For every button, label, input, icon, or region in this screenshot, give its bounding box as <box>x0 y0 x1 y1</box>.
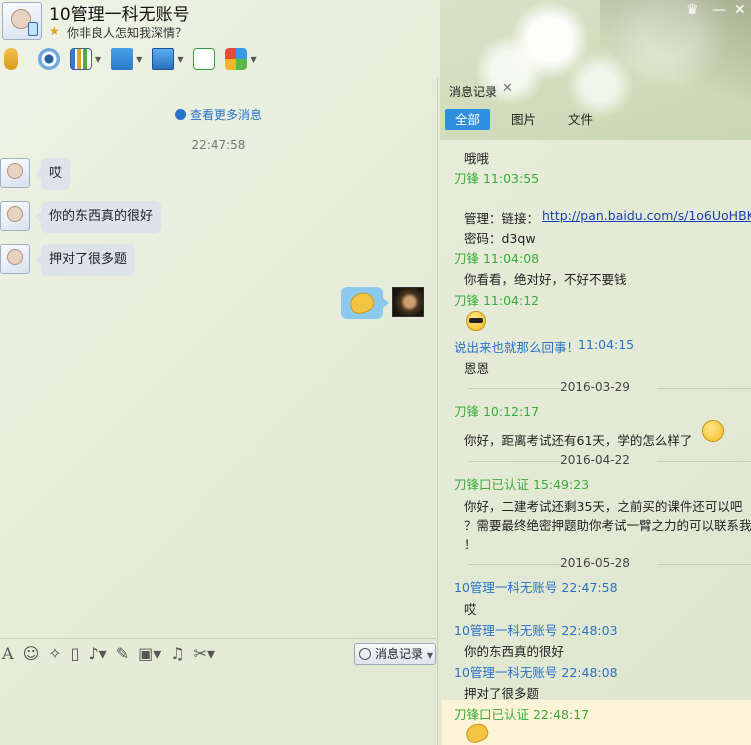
input-toolbar: A ☺ ✧ ▯ ♪▾ ✎ ▣▾ ♫ ✂▾ 消息记录 ▼ <box>0 638 437 668</box>
message-bubble: 押对了很多题 <box>34 244 136 276</box>
skin-icon[interactable]: ♛ <box>686 2 699 18</box>
tab-message-history[interactable]: 消息记录 <box>449 83 497 100</box>
clap-emoji-icon <box>463 720 491 745</box>
history-content: 哎 <box>464 602 477 617</box>
view-more-messages-label: 查看更多消息 <box>189 108 262 122</box>
minimize-button[interactable]: — <box>712 2 726 18</box>
image-icon[interactable]: ▣▾ <box>138 645 161 662</box>
history-sender: 10管理一科无账号 22:48:03 <box>454 623 618 638</box>
history-content: 恩恩 <box>464 361 490 376</box>
history-sender: 刀锋 11:04:12 <box>454 293 540 308</box>
whiteboard-icon <box>70 48 92 70</box>
smile-emoji-icon <box>702 420 724 442</box>
history-sender: 10管理一科无账号 22:47:58 <box>454 580 618 595</box>
voice-message-icon[interactable]: ♪▾ <box>88 645 106 662</box>
message-bubble: 哎 <box>34 158 71 190</box>
contact-name[interactable]: 10管理一科无账号 <box>49 0 190 25</box>
view-more-messages-link[interactable]: 查看更多消息 <box>0 106 437 123</box>
close-icon[interactable]: ✕ <box>502 81 513 96</box>
history-content: ！ <box>464 537 477 552</box>
apps-grid-icon <box>225 48 248 70</box>
top-toolbar: ▼ ▼ ▼ ▼ <box>0 44 440 74</box>
history-time: 11:04:15 <box>578 337 635 352</box>
history-content: 管理：链接： <box>464 211 540 226</box>
sender-avatar[interactable] <box>0 244 30 274</box>
transfer-file-icon <box>111 48 134 70</box>
date-separator: 2016-04-22 <box>438 453 751 469</box>
history-filter-bar: 全部 图片 文件 <box>438 109 751 131</box>
history-content: 押对了很多题 <box>464 686 540 701</box>
screenshot-scissors-icon[interactable]: ✂▾ <box>194 645 215 662</box>
chevron-down-icon[interactable]: ▼ <box>136 55 142 64</box>
magic-wand-icon[interactable]: ✧ <box>48 645 61 662</box>
microphone-icon <box>4 48 18 70</box>
whiteboard-button[interactable]: ▼ <box>70 48 101 70</box>
contact-signature: 你非良人怎知我深情？ <box>67 26 188 40</box>
date-separator: 2016-05-28 <box>438 556 751 572</box>
new-chat-button[interactable] <box>193 48 216 70</box>
remote-desktop-icon <box>152 48 175 70</box>
history-sender: 刀锋口已认证 15:49:23 <box>454 477 590 492</box>
date-label: 2016-05-28 <box>560 556 630 570</box>
video-call-button[interactable] <box>38 48 60 70</box>
edit-icon[interactable]: ✎ <box>116 645 129 662</box>
chevron-down-icon[interactable]: ▼ <box>95 55 101 64</box>
history-link[interactable]: http://pan.baidu.com/s/1o6UoHBK <box>542 208 751 223</box>
video-camera-icon <box>38 48 60 70</box>
sent-message-bubble <box>341 287 389 319</box>
clock-icon <box>359 648 371 660</box>
music-icon[interactable]: ♫ <box>170 645 184 662</box>
remote-desktop-button[interactable]: ▼ <box>152 48 183 70</box>
chevron-down-icon[interactable]: ▼ <box>250 55 256 64</box>
history-sender: 10管理一科无账号 22:48:08 <box>454 665 618 680</box>
date-label: 2016-03-29 <box>560 380 630 394</box>
mobile-online-icon <box>28 22 38 36</box>
cool-emoji-icon <box>466 311 486 331</box>
clap-emoji-icon <box>347 289 377 317</box>
chat-message-area[interactable]: 查看更多消息 22:47:58 哎 你的东西真的很好 押对了很多题 <box>0 78 437 638</box>
history-content: 你的东西真的很好 <box>464 644 565 659</box>
filter-all[interactable]: 全部 <box>445 109 491 130</box>
filter-files[interactable]: 文件 <box>558 109 603 130</box>
voice-call-button[interactable] <box>4 48 18 70</box>
history-content: 你好，二建考试还剩35天，之前买的课件还可以吧 <box>464 499 743 514</box>
emoji-icon[interactable]: ☺ <box>23 645 40 662</box>
history-content: 密码：d3qw <box>464 231 536 246</box>
history-tab-bar: 消息记录 ✕ <box>438 78 751 102</box>
shake-window-icon[interactable]: ▯ <box>71 645 80 662</box>
message-bubble: 你的东西真的很好 <box>34 201 162 233</box>
history-content: 哦哦 <box>464 151 490 166</box>
apps-button[interactable]: ▼ <box>225 48 257 70</box>
clock-icon <box>174 109 186 120</box>
history-sender: 刀锋 11:04:08 <box>454 251 540 266</box>
date-separator: 2016-03-29 <box>438 380 751 396</box>
sender-avatar[interactable] <box>0 201 30 231</box>
message-timestamp: 22:47:58 <box>191 138 246 152</box>
new-chat-icon <box>193 48 216 70</box>
history-sender: 刀锋 10:12:17 <box>454 404 540 419</box>
font-icon[interactable]: A <box>2 645 14 662</box>
message-history-label: 消息记录 <box>375 647 424 661</box>
history-sender: 刀锋口已认证 22:48:17 <box>454 707 590 722</box>
history-sender: 刀锋 11:03:55 <box>454 171 540 186</box>
transfer-file-button[interactable]: ▼ <box>111 48 142 70</box>
date-label: 2016-04-22 <box>560 453 630 467</box>
chevron-down-icon: ▼ <box>426 651 433 660</box>
sender-avatar[interactable] <box>0 158 30 188</box>
message-history-button[interactable]: 消息记录 ▼ <box>354 643 436 665</box>
chat-header: 10管理一科无账号 ★ 你非良人怎知我深情？ ♛ — ✕ ▼ ▼ ▼ ▼ <box>0 0 751 78</box>
chevron-down-icon[interactable]: ▼ <box>177 55 183 64</box>
star-icon: ★ <box>49 24 60 38</box>
history-content: 你看看，绝对好，不好不要钱 <box>464 272 627 287</box>
history-panel: 消息记录 ✕ 全部 图片 文件 哦哦 刀锋 11:03:55 管理：链接： ht… <box>437 78 751 745</box>
history-content: ？需要最终绝密押题助你考试一臂之力的可以联系我 <box>464 518 751 533</box>
filter-images[interactable]: 图片 <box>501 109 546 130</box>
message-input[interactable] <box>0 668 437 745</box>
self-avatar[interactable] <box>392 287 424 317</box>
history-content: 你好，距离考试还有61天，学的怎么样了 <box>464 433 693 448</box>
history-sender: 说出来也就那么回事！ <box>454 340 580 355</box>
close-button[interactable]: ✕ <box>734 2 746 18</box>
